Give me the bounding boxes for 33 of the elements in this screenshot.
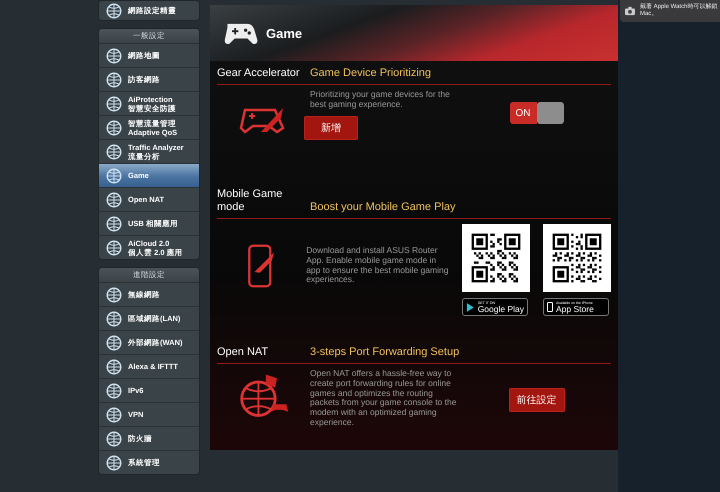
section-description: Prioritizing your game devices for the best gaming experience. — [310, 90, 451, 110]
globe-icon — [105, 238, 123, 256]
globe-icon — [105, 310, 123, 328]
globe-icon — [105, 406, 123, 424]
page-title: Game — [266, 26, 302, 40]
section-heading: Boost your Mobile Game Play — [310, 201, 456, 214]
camera-icon — [625, 6, 635, 16]
play-icon — [466, 302, 475, 312]
globe-icon — [105, 286, 123, 304]
globe-icon — [105, 166, 123, 184]
section-description: Open NAT offers a hassle-free way to create port forwarding rules for online games and optimizes the routing packets from your game console to the modem with an optimized gaming experience. — [310, 369, 458, 428]
globe-icon — [105, 430, 123, 448]
section-description: Download and install ASUS Router App. Enable mobile game mode in app to ensure the best mobile gaming experiences. — [306, 246, 450, 286]
section-label: Open NAT — [217, 346, 270, 359]
globe-icon — [105, 190, 123, 208]
globe-icon — [105, 358, 123, 376]
globe-icon — [105, 382, 123, 400]
section-heading: Game Device Prioritizing — [310, 67, 432, 80]
globe-icon — [105, 2, 123, 20]
globe-icon — [105, 214, 123, 232]
section-label: Mobile Game mode — [217, 188, 284, 214]
globe-icon — [105, 70, 123, 88]
globe-icon — [105, 454, 123, 472]
add-button[interactable]: 新增 — [304, 116, 358, 140]
globe-icon — [105, 334, 123, 352]
section-label: Gear Accelerator — [217, 67, 301, 80]
section-heading: 3-steps Port Forwarding Setup — [310, 346, 460, 359]
globe-icon — [105, 94, 123, 112]
globe-icon — [105, 46, 123, 64]
globe-icon — [105, 142, 123, 160]
phone-icon — [547, 302, 553, 312]
globe-icon — [105, 118, 123, 136]
settings-button[interactable]: 前往設定 — [508, 388, 564, 412]
